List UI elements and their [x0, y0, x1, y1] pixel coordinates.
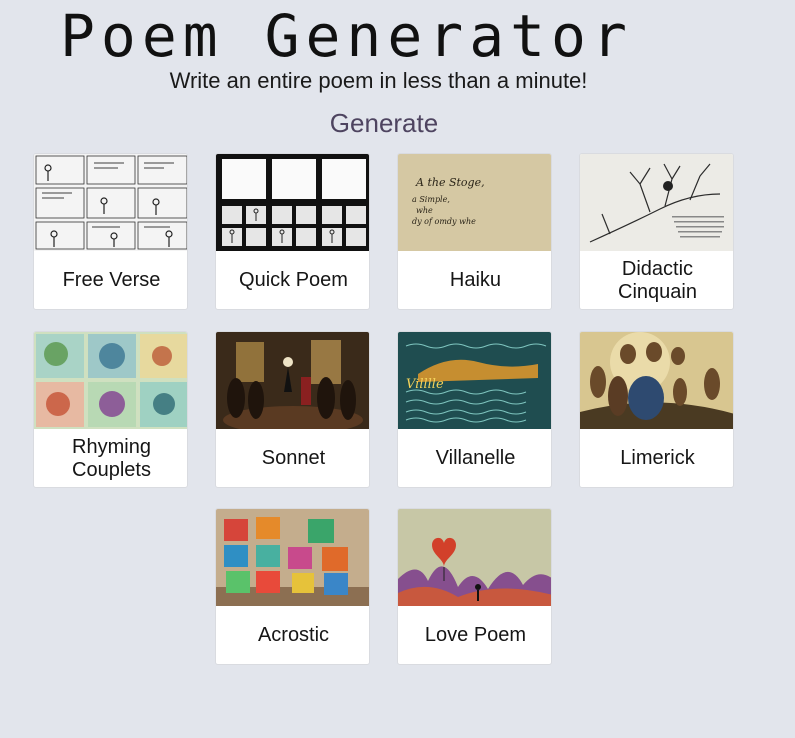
poem-card-sonnet[interactable]: Sonnet — [215, 331, 370, 488]
poem-generator-page: Poem Generator Write an entire poem in l… — [0, 0, 795, 738]
sonnet-painting-image — [216, 332, 369, 429]
card-label: Quick Poem — [239, 269, 348, 291]
poem-card-love-poem[interactable]: Love Poem — [397, 508, 552, 665]
poem-card-quick-poem[interactable]: Quick Poem — [215, 153, 370, 310]
didactic-cinquain-tree-image — [580, 154, 733, 251]
card-label: Limerick — [620, 447, 695, 469]
card-label: Haiku — [449, 269, 502, 291]
card-label: Villanelle — [435, 447, 516, 469]
card-label: Sonnet — [261, 447, 326, 469]
poem-card-villanelle[interactable]: Villlle Villanelle — [397, 331, 552, 488]
card-label: Free Verse — [62, 269, 161, 291]
poem-card-didactic-cinquain[interactable]: Didactic Cinquain — [579, 153, 734, 310]
card-label: Didactic Cinquain — [618, 257, 697, 303]
haiku-image-line-3: whe — [416, 206, 433, 215]
free-verse-comic-image — [34, 154, 187, 251]
card-label: Love Poem — [424, 624, 527, 646]
villanelle-chalkboard-image: Villlle — [398, 332, 551, 429]
haiku-image-line-1: A the Stoge, — [415, 176, 485, 189]
haiku-image-line-4: dy of omdy whe — [412, 217, 476, 226]
poem-card-rhyming-couplets[interactable]: Rhyming Couplets — [33, 331, 188, 488]
quick-poem-comic-image — [216, 154, 369, 251]
generate-heading: Generate — [329, 108, 439, 138]
page-subtitle: Write an entire poem in less than a minu… — [169, 68, 588, 93]
poem-card-haiku[interactable]: A the Stoge, a Simple, whe dy of omdy wh… — [397, 153, 552, 310]
rhyming-couplets-dancers-image — [34, 332, 187, 429]
poem-card-limerick[interactable]: Limerick — [579, 331, 734, 488]
limerick-owls-image — [580, 332, 733, 429]
poem-card-free-verse[interactable]: Free Verse — [33, 153, 188, 310]
villanelle-image-text: Villlle — [406, 377, 444, 392]
page-title: Poem Generator — [60, 2, 633, 70]
acrostic-blocks-image — [216, 509, 369, 606]
haiku-image-line-2: a Simple, — [412, 195, 450, 204]
card-label: Rhyming Couplets — [72, 435, 151, 481]
poem-card-acrostic[interactable]: Acrostic — [215, 508, 370, 665]
love-poem-heart-image — [398, 509, 551, 606]
haiku-handwriting-image: A the Stoge, a Simple, whe dy of omdy wh… — [398, 154, 551, 251]
card-label: Acrostic — [257, 624, 330, 646]
